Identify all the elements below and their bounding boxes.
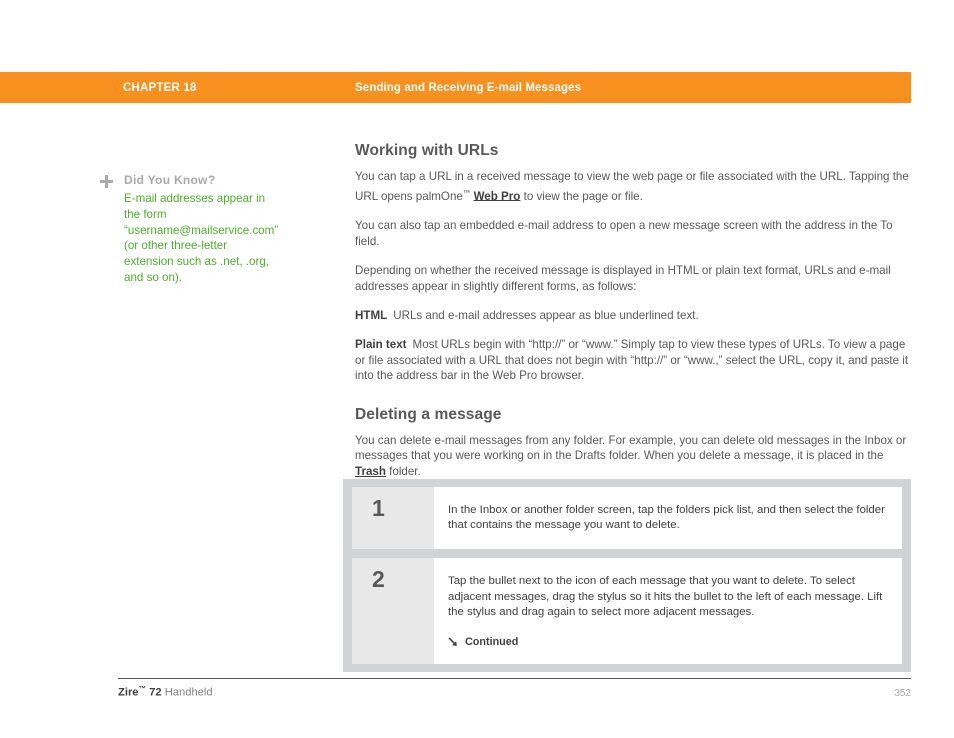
step-instruction-text: Tap the bullet next to the icon of each … — [448, 575, 883, 618]
footer-product-line: Zire™ 72 Handheld — [118, 684, 213, 699]
sidebar-heading-label: Did You Know? — [124, 173, 216, 187]
step-number: 1 — [372, 495, 385, 521]
document-page: CHAPTER 18 Sending and Receiving E-mail … — [0, 0, 954, 738]
web-pro-link[interactable]: Web Pro — [474, 189, 521, 202]
step-text-cell: Tap the bullet next to the icon of each … — [434, 558, 902, 665]
sidebar-body-text: E-mail addresses appear in the form “use… — [124, 192, 279, 284]
footer-model-number: 72 — [149, 686, 162, 699]
html-format-text: URLs and e-mail addresses appear as blue… — [393, 309, 699, 323]
html-format-label: HTML — [355, 309, 388, 323]
section-title-deleting: Deleting a message — [355, 405, 502, 423]
header-chapter-label: CHAPTER 18 — [123, 81, 197, 94]
main-content-column: Working with URLs You can tap a URL in a… — [355, 142, 911, 494]
step-number-cell: 2 — [352, 558, 434, 665]
paragraph-text-part: folder. — [385, 464, 421, 478]
sidebar-heading-row: Did You Know? — [100, 172, 290, 189]
paragraph-text-part: to view the page or file. — [520, 189, 643, 203]
footer-product-name: Zire — [118, 686, 139, 699]
paragraph-formats-intro: Depending on whether the received messag… — [355, 264, 891, 293]
steps-container: 1 In the Inbox or another folder screen,… — [343, 479, 911, 673]
page-footer: Zire™ 72 Handheld 352 — [118, 678, 911, 699]
trash-link[interactable]: Trash — [355, 465, 386, 478]
paragraph-url-intro: You can tap a URL in a received message … — [355, 169, 911, 204]
paragraph-plaintext-format: Plain text Most URLs begin with “http://”… — [355, 337, 911, 384]
page-title: Working with URLs — [355, 142, 499, 159]
page-header-bar: CHAPTER 18 Sending and Receiving E-mail … — [0, 72, 911, 103]
continued-indicator: Continued — [448, 636, 886, 648]
did-you-know-sidebar: Did You Know? E-mail addresses appear in… — [100, 172, 290, 286]
paragraph-embedded-email: You can also tap an embedded e-mail addr… — [355, 219, 893, 248]
paragraph-text-part: You can delete e-mail messages from any … — [355, 433, 907, 463]
arrow-down-right-icon — [448, 637, 457, 646]
paragraph-delete-intro: You can delete e-mail messages from any … — [355, 433, 911, 480]
plus-icon — [100, 175, 114, 189]
step-number-cell: 1 — [352, 487, 434, 550]
plaintext-format-text: Most URLs begin with “http://” or “www.”… — [355, 338, 909, 383]
plaintext-format-label: Plain text — [355, 338, 407, 352]
step-text-cell: In the Inbox or another folder screen, t… — [434, 487, 902, 550]
footer-device-label: Handheld — [164, 686, 213, 699]
header-section-title: Sending and Receiving E-mail Messages — [355, 81, 582, 94]
step-number: 2 — [372, 566, 385, 593]
step-instruction-text: In the Inbox or another folder screen, t… — [448, 504, 885, 532]
step-row: 1 In the Inbox or another folder screen,… — [352, 487, 902, 550]
trademark-symbol: ™ — [462, 187, 471, 197]
continued-label: Continued — [465, 636, 519, 649]
footer-trademark-symbol: ™ — [138, 684, 147, 693]
page-number: 352 — [894, 687, 911, 699]
step-row: 2 Tap the bullet next to the icon of eac… — [352, 558, 902, 665]
paragraph-html-format: HTML URLs and e-mail addresses appear as … — [355, 308, 911, 324]
